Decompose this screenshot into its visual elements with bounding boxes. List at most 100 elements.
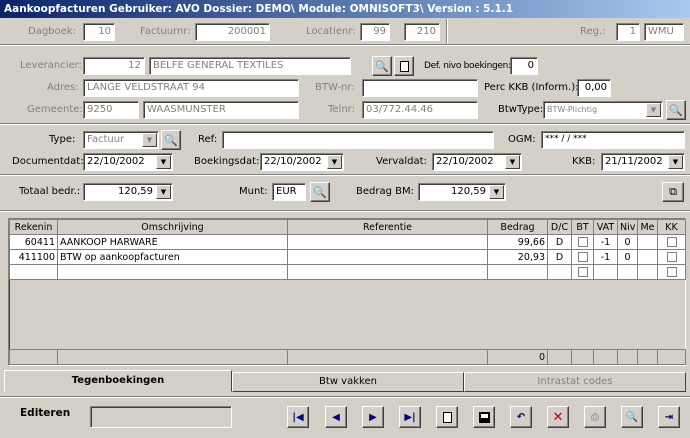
cell-omschrijving[interactable]: AANKOOP HARWARE xyxy=(57,234,288,250)
cell-kk[interactable] xyxy=(657,264,686,280)
cell-referentie[interactable] xyxy=(287,234,488,250)
next-record-button[interactable]: ▶ xyxy=(362,406,384,428)
table-row[interactable]: 411100 BTW op aankoopfacturen 20,93 D -1… xyxy=(9,249,686,265)
column-header[interactable]: BT xyxy=(571,219,594,235)
tab-btw-vakken[interactable]: Btw vakken xyxy=(232,372,464,392)
postcode-field[interactable]: 9250 xyxy=(83,101,139,119)
column-header[interactable]: D/C xyxy=(547,219,572,235)
totaal-field[interactable]: 120,59 ▼ xyxy=(83,183,173,201)
chevron-down-icon[interactable]: ▼ xyxy=(505,155,520,169)
documentdat-field[interactable]: 22/10/2002 ▼ xyxy=(83,153,173,171)
chevron-down-icon[interactable]: ▼ xyxy=(646,103,661,117)
cell-niv[interactable] xyxy=(617,264,638,280)
table-row[interactable] xyxy=(9,264,686,280)
search-button[interactable]: 🔍 xyxy=(621,406,643,428)
cell-rekening[interactable]: 411100 xyxy=(9,249,58,265)
cell-vat[interactable]: -1 xyxy=(593,234,618,250)
reg-code-field[interactable]: WMU xyxy=(644,23,684,41)
undo-button[interactable]: ↶ xyxy=(510,406,532,428)
column-header[interactable]: Omschrijving xyxy=(57,219,288,235)
column-header[interactable]: Referentie xyxy=(287,219,488,235)
tab-tegenboekingen[interactable]: Tegenboekingen xyxy=(4,370,232,392)
cell-bt[interactable] xyxy=(571,264,594,280)
munt-search-button[interactable]: 🔍 xyxy=(310,182,330,202)
gemeente-field[interactable]: WAASMUNSTER xyxy=(143,101,299,119)
copy-button[interactable]: ⧉ xyxy=(662,182,684,202)
bedrag-bm-field[interactable]: 120,59 ▼ xyxy=(418,183,506,201)
kk-checkbox[interactable] xyxy=(666,267,677,277)
column-header[interactable]: Niv xyxy=(617,219,638,235)
column-header[interactable]: KK xyxy=(657,219,686,235)
new-record-button[interactable] xyxy=(436,406,458,428)
boekingsdat-field[interactable]: 22/10/2002 ▼ xyxy=(260,153,344,171)
chevron-down-icon[interactable]: ▼ xyxy=(156,155,171,169)
cell-referentie[interactable] xyxy=(287,264,488,280)
cell-vat[interactable] xyxy=(593,264,618,280)
cell-vat[interactable]: -1 xyxy=(593,249,618,265)
bt-checkbox[interactable] xyxy=(577,267,588,277)
cell-referentie[interactable] xyxy=(287,249,488,265)
cell-dc[interactable]: D xyxy=(547,249,572,265)
kk-checkbox[interactable] xyxy=(666,252,677,262)
column-header[interactable]: Bedrag xyxy=(487,219,548,235)
chevron-down-icon[interactable]: ▼ xyxy=(327,155,342,169)
leverancier-nr-field[interactable]: 12 xyxy=(83,57,145,75)
factuurnr-field[interactable]: 200001 xyxy=(195,23,270,41)
first-record-button[interactable]: |◀ xyxy=(287,406,309,428)
save-button[interactable] xyxy=(473,406,495,428)
type-select[interactable]: Factuur ▼ xyxy=(83,131,159,149)
leverancier-new-button[interactable] xyxy=(394,56,414,76)
btwtype-search-button[interactable]: 🔍 xyxy=(666,100,686,120)
bt-checkbox[interactable] xyxy=(577,237,588,247)
cell-kk[interactable] xyxy=(657,249,686,265)
kkb-field[interactable]: 21/11/2002 ▼ xyxy=(601,153,685,171)
dagboek-field[interactable]: 10 xyxy=(83,23,115,41)
cell-bt[interactable] xyxy=(571,234,594,250)
cell-bedrag[interactable]: 20,93 xyxy=(487,249,548,265)
cell-omschrijving[interactable]: BTW op aankoopfacturen xyxy=(57,249,288,265)
delete-button[interactable]: ✕ xyxy=(547,406,569,428)
cell-me[interactable] xyxy=(637,264,658,280)
cell-kk[interactable] xyxy=(657,234,686,250)
table-row[interactable]: 60411 AANKOOP HARWARE 99,66 D -1 0 xyxy=(9,234,686,250)
locatienr-a-field[interactable]: 99 xyxy=(360,23,390,41)
column-header[interactable]: Me xyxy=(637,219,658,235)
column-header[interactable]: VAT xyxy=(593,219,618,235)
bt-checkbox[interactable] xyxy=(577,252,588,262)
last-record-button[interactable]: ▶| xyxy=(399,406,421,428)
cell-bedrag[interactable] xyxy=(487,264,548,280)
vervaldat-field[interactable]: 22/10/2002 ▼ xyxy=(432,153,522,171)
cell-me[interactable] xyxy=(637,234,658,250)
munt-field[interactable]: EUR xyxy=(272,183,306,201)
locatienr-b-field[interactable]: 210 xyxy=(404,23,440,41)
exit-button[interactable]: ⇥ xyxy=(658,406,680,428)
chevron-down-icon[interactable]: ▼ xyxy=(156,185,171,199)
chevron-down-icon[interactable]: ▼ xyxy=(489,185,504,199)
cell-omschrijving[interactable] xyxy=(57,264,288,280)
cell-niv[interactable]: 0 xyxy=(617,249,638,265)
btwnr-field[interactable] xyxy=(362,79,478,97)
leverancier-naam-field[interactable]: BELFE GENERAL TEXTILES xyxy=(149,57,351,75)
perc-kkb-field[interactable]: 0,00 xyxy=(577,79,611,97)
previous-record-button[interactable]: ◀ xyxy=(325,406,347,428)
ref-field[interactable] xyxy=(222,131,494,149)
type-search-button[interactable]: 🔍 xyxy=(161,130,181,150)
cell-dc[interactable] xyxy=(547,264,572,280)
ogm-field[interactable]: *** / / *** xyxy=(541,131,685,149)
cell-bedrag[interactable]: 99,66 xyxy=(487,234,548,250)
tab-intrastat-codes[interactable]: Intrastat codes xyxy=(464,372,686,392)
adres-field[interactable]: LANGE VELDSTRAAT 94 xyxy=(83,79,299,97)
def-niveau-field[interactable]: 0 xyxy=(510,57,538,75)
leverancier-search-button[interactable]: 🔍 xyxy=(372,56,392,76)
btwtype-select[interactable]: BTW-Plichtig ▼ xyxy=(543,101,663,119)
print-button[interactable]: ⎙ xyxy=(584,406,606,428)
cell-bt[interactable] xyxy=(571,249,594,265)
cell-rekening[interactable]: 60411 xyxy=(9,234,58,250)
chevron-down-icon[interactable]: ▼ xyxy=(142,133,157,147)
cell-dc[interactable]: D xyxy=(547,234,572,250)
cell-rekening[interactable] xyxy=(9,264,58,280)
cell-me[interactable] xyxy=(637,249,658,265)
column-header[interactable]: Rekenin xyxy=(9,219,58,235)
reg-nr-field[interactable]: 1 xyxy=(616,23,640,41)
kk-checkbox[interactable] xyxy=(666,237,677,247)
